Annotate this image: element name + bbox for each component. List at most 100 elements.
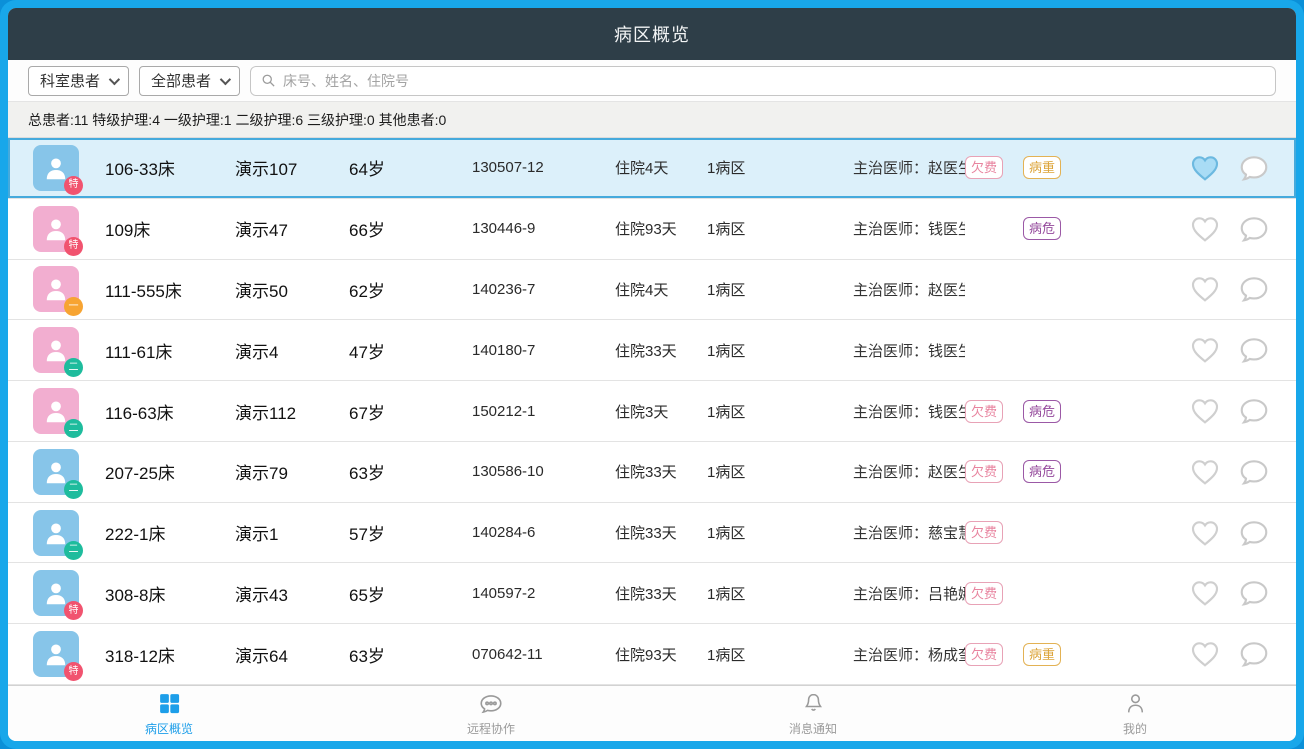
- ward-name: 1病区: [707, 340, 853, 361]
- message-button[interactable]: [1236, 636, 1272, 672]
- attending-doctor: 主治医师：钱医生: [853, 401, 965, 422]
- avatar: 二: [33, 510, 79, 556]
- chat-bubble-icon: [1238, 577, 1270, 609]
- patient-row[interactable]: 特 308-8床 演示43 65岁 140597-2 住院33天 1病区 主治医…: [8, 563, 1296, 624]
- care-level-badge: 特: [64, 176, 83, 195]
- care-level-badge: 二: [64, 541, 83, 560]
- message-button[interactable]: [1236, 332, 1272, 368]
- app-frame: 病区概览 科室患者 全部患者 总患者:11 特级护理:4 一级护理:1 二级护理…: [0, 0, 1304, 749]
- favorite-button[interactable]: [1187, 332, 1223, 368]
- patient-row[interactable]: 一 111-555床 演示50 62岁 140236-7 住院4天 1病区 主治…: [8, 260, 1296, 321]
- patient-age: 64岁: [349, 155, 472, 180]
- admission-id: 140597-2: [472, 585, 615, 602]
- ward-name: 1病区: [707, 461, 853, 482]
- severity-badge: 病危: [1023, 400, 1061, 423]
- attending-doctor: 主治医师：赵医生: [853, 157, 965, 178]
- department-dropdown-label: 科室患者: [40, 70, 100, 91]
- avatar-cell: 特: [8, 145, 105, 191]
- status-badges: 欠费 病危: [965, 400, 1083, 423]
- patient-age: 63岁: [349, 642, 472, 667]
- message-button[interactable]: [1236, 211, 1272, 247]
- nav-label: 远程协作: [467, 720, 515, 737]
- nav-item-profile[interactable]: 我的: [974, 686, 1296, 741]
- patient-age: 66岁: [349, 216, 472, 241]
- grid-icon: [157, 691, 182, 717]
- status-badges: 欠费 病危: [965, 460, 1083, 483]
- chat-bubble-icon: [1238, 456, 1270, 488]
- avatar-cell: 特: [8, 631, 105, 677]
- message-button[interactable]: [1236, 271, 1272, 307]
- attending-doctor: 主治医师：赵医生: [853, 279, 965, 300]
- patient-name: 演示50: [235, 277, 349, 302]
- nav-item-ward-overview[interactable]: 病区概览: [8, 686, 330, 741]
- chat-bubble-icon: [1238, 213, 1270, 245]
- attending-doctor: 主治医师：慈宝慧: [853, 522, 965, 543]
- chevron-down-icon: [109, 73, 120, 84]
- message-button[interactable]: [1236, 575, 1272, 611]
- patient-row[interactable]: 特 106-33床 演示107 64岁 130507-12 住院4天 1病区 主…: [8, 138, 1296, 199]
- avatar: 特: [33, 206, 79, 252]
- fee-badge: 欠费: [965, 643, 1003, 666]
- ward-name: 1病区: [707, 279, 853, 300]
- severity-badge: 病重: [1023, 156, 1061, 179]
- chat-bubble-icon: [1238, 273, 1270, 305]
- favorite-button[interactable]: [1187, 636, 1223, 672]
- ward-name: 1病区: [707, 583, 853, 604]
- patient-type-dropdown[interactable]: 全部患者: [139, 66, 240, 96]
- status-badges: 欠费: [965, 582, 1083, 605]
- care-level-badge: 特: [64, 662, 83, 681]
- patient-row[interactable]: 二 222-1床 演示1 57岁 140284-6 住院33天 1病区 主治医师…: [8, 503, 1296, 564]
- favorite-button[interactable]: [1187, 150, 1223, 186]
- chat-bubble-icon: [1238, 395, 1270, 427]
- patient-row[interactable]: 特 318-12床 演示64 63岁 070642-11 住院93天 1病区 主…: [8, 624, 1296, 685]
- patient-age: 57岁: [349, 520, 472, 545]
- message-button[interactable]: [1236, 150, 1272, 186]
- ward-name: 1病区: [707, 157, 853, 178]
- heart-icon: [1189, 334, 1221, 366]
- message-button[interactable]: [1236, 515, 1272, 551]
- nav-item-notifications[interactable]: 消息通知: [652, 686, 974, 741]
- avatar-cell: 二: [8, 388, 105, 434]
- favorite-button[interactable]: [1187, 515, 1223, 551]
- nav-item-remote-collaboration[interactable]: 远程协作: [330, 686, 652, 741]
- patient-name: 演示64: [235, 642, 349, 667]
- favorite-button[interactable]: [1187, 271, 1223, 307]
- patient-row[interactable]: 二 116-63床 演示112 67岁 150212-1 住院3天 1病区 主治…: [8, 381, 1296, 442]
- search-input[interactable]: [283, 73, 1265, 89]
- stay-duration: 住院93天: [615, 218, 707, 239]
- stay-duration: 住院4天: [615, 279, 707, 300]
- chat-dots-icon: [478, 691, 504, 717]
- filter-bar: 科室患者 全部患者: [8, 60, 1296, 102]
- page-title: 病区概览: [614, 21, 690, 47]
- favorite-button[interactable]: [1187, 575, 1223, 611]
- favorite-button[interactable]: [1187, 211, 1223, 247]
- favorite-button[interactable]: [1187, 393, 1223, 429]
- message-button[interactable]: [1236, 393, 1272, 429]
- nav-label: 我的: [1123, 720, 1147, 737]
- row-actions: [1187, 515, 1296, 551]
- avatar: 特: [33, 145, 79, 191]
- status-badges: 欠费 病重: [965, 643, 1083, 666]
- patient-row[interactable]: 二 207-25床 演示79 63岁 130586-10 住院33天 1病区 主…: [8, 442, 1296, 503]
- attending-doctor: 主治医师：杨成奎: [853, 644, 965, 665]
- care-level-badge: 特: [64, 601, 83, 620]
- care-level-badge: 一: [64, 297, 83, 316]
- patient-row[interactable]: 二 111-61床 演示4 47岁 140180-7 住院33天 1病区 主治医…: [8, 320, 1296, 381]
- bed-number: 109床: [105, 216, 235, 241]
- bottom-nav: 病区概览 远程协作: [8, 685, 1296, 741]
- bed-number: 308-8床: [105, 581, 235, 606]
- chat-bubble-icon: [1238, 334, 1270, 366]
- favorite-button[interactable]: [1187, 454, 1223, 490]
- stay-duration: 住院33天: [615, 583, 707, 604]
- patient-age: 47岁: [349, 338, 472, 363]
- department-dropdown[interactable]: 科室患者: [28, 66, 129, 96]
- patient-row[interactable]: 特 109床 演示47 66岁 130446-9 住院93天 1病区 主治医师：…: [8, 199, 1296, 260]
- status-badges: 欠费: [965, 521, 1083, 544]
- search-box[interactable]: [250, 66, 1276, 96]
- heart-icon: [1189, 577, 1221, 609]
- attending-doctor: 主治医师：赵医生: [853, 461, 965, 482]
- message-button[interactable]: [1236, 454, 1272, 490]
- header: 病区概览: [8, 8, 1296, 60]
- heart-icon: [1189, 456, 1221, 488]
- heart-icon: [1189, 152, 1221, 184]
